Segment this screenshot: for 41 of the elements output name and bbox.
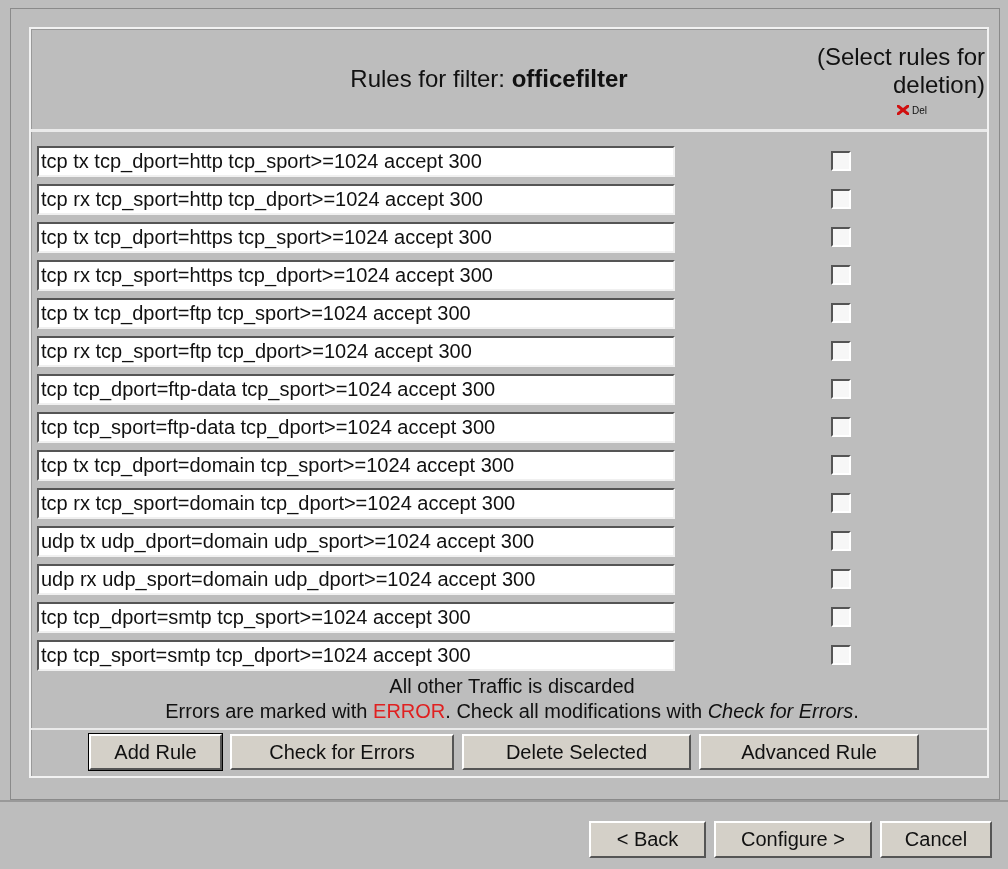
delete-checkbox[interactable] — [830, 417, 851, 437]
delete-checkbox[interactable] — [830, 189, 851, 209]
rule-input-field[interactable]: tcp tcp_dport=ftp-data tcp_sport>=1024 accept 300 — [37, 373, 675, 405]
rule-input-field[interactable]: udp tx udp_dport=domain udp_sport>=1024 accept 300 — [37, 525, 675, 557]
delete-checkbox[interactable] — [830, 645, 851, 665]
rule-input-field[interactable]: tcp tx tcp_dport=domain tcp_sport>=1024 accept 300 — [37, 449, 675, 481]
rule-action-button[interactable]: Add Rule — [89, 734, 222, 770]
rule-input-field[interactable]: tcp tx tcp_dport=https tcp_sport>=1024 accept 300 — [37, 221, 675, 253]
rule-input-field[interactable]: tcp tcp_sport=smtp tcp_dport>=1024 accept 300 — [37, 639, 675, 671]
rule-action-button[interactable]: Delete Selected — [462, 734, 691, 770]
rule-action-button[interactable]: Check for Errors — [230, 734, 454, 770]
delete-checkbox[interactable] — [830, 569, 851, 589]
delete-checkbox[interactable] — [830, 493, 851, 513]
rule-input-field[interactable]: tcp rx tcp_sport=https tcp_dport>=1024 accept 300 — [37, 259, 675, 291]
delete-checkbox[interactable] — [830, 341, 851, 361]
delete-checkbox[interactable] — [830, 227, 851, 247]
delete-checkbox[interactable] — [830, 455, 851, 475]
wizard-nav-button[interactable]: < Back — [589, 821, 706, 858]
selection-hint: (Select rules for deletion) — [815, 42, 985, 99]
errors-note: Errors are marked with ERROR. Check all modifications with Check for Errors. — [164, 699, 860, 724]
rule-input-field[interactable]: tcp tcp_dport=smtp tcp_sport>=1024 accept 300 — [37, 601, 675, 633]
delete-checkbox[interactable] — [830, 531, 851, 551]
wizard-nav-button[interactable]: Configure > — [714, 821, 872, 858]
rule-input-field[interactable]: tcp tx tcp_dport=ftp tcp_sport>=1024 accept 300 — [37, 297, 675, 329]
delete-label: Del — [912, 104, 927, 116]
wizard-nav-button[interactable]: Cancel — [880, 821, 992, 858]
rule-input-field[interactable]: udp rx udp_sport=domain udp_dport>=1024 accept 300 — [37, 563, 675, 595]
rule-action-button[interactable]: Advanced Rule — [699, 734, 919, 770]
delete-checkbox[interactable] — [830, 607, 851, 627]
rule-input-field[interactable]: tcp rx tcp_sport=domain tcp_dport>=1024 accept 300 — [37, 487, 675, 519]
delete-checkbox[interactable] — [830, 151, 851, 171]
rule-input-field[interactable]: tcp rx tcp_sport=http tcp_dport>=1024 accept 300 — [37, 183, 675, 215]
delete-checkbox[interactable] — [830, 265, 851, 285]
rule-input-field[interactable]: tcp tcp_sport=ftp-data tcp_dport>=1024 accept 300 — [37, 411, 675, 443]
delete-checkbox[interactable] — [830, 303, 851, 323]
notice-text: All other Traffic is discarded — [388, 674, 636, 699]
delete-x-icon — [897, 105, 909, 115]
rule-input-field[interactable]: tcp tx tcp_dport=http tcp_sport>=1024 accept 300 — [37, 145, 675, 177]
delete-checkbox[interactable] — [830, 379, 851, 399]
rule-input-field[interactable]: tcp rx tcp_sport=ftp tcp_dport>=1024 accept 300 — [37, 335, 675, 367]
filter-title: Rules for filter: officefilter — [349, 65, 629, 93]
